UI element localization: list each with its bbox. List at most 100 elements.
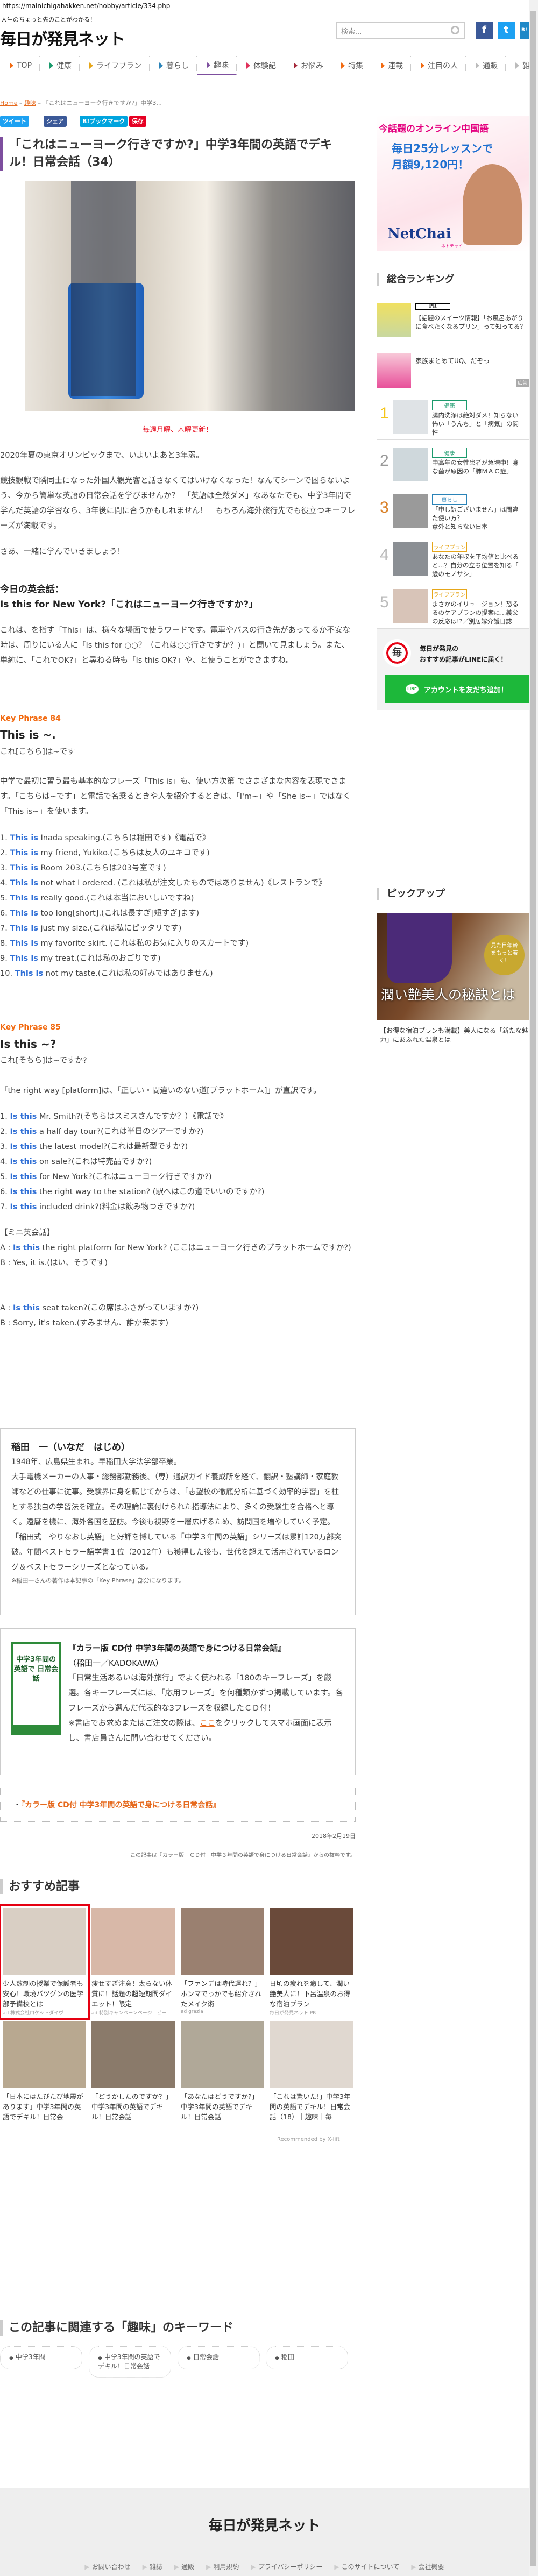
pickup-image[interactable]: 見た目年齢をもっと若く！ 潤い艶美人の秘訣とは [377, 913, 529, 1020]
facebook-icon[interactable]: f [476, 22, 493, 39]
ad-model-image [463, 164, 522, 245]
ranking-item[interactable]: 1 健康 腸内洗浄は絶対ダメ！知らない 怖い「うんち」と「病気」の関性 [377, 399, 529, 440]
example-list: 1. Is this Mr. Smith?(そちらはスミスさんですか？）《電話で… [0, 1109, 356, 1215]
keyword-tag[interactable]: ● 稲田一 [266, 2346, 348, 2369]
rank-title: まさかのイリュージョン！恐る るのケアプランの提案に...義父 の反応は!?／別居嫁… [432, 600, 529, 626]
recommend-card[interactable]: 「ファンデは時代遅れ？」ホンマでっかでも紹介されたメイク術 ad grazia [181, 1908, 264, 2014]
recommend-title: 「これは驚いた!」中学3年間の英語でデキル！日常会話（18）｜趣味｜毎 [270, 2092, 351, 2121]
key-phrase-text: 中学で最初に習う最も基本的なフレーズ「This is」も、使い方次第 でさまざま… [0, 777, 351, 816]
example-item: 2. This is my friend, Yukiko.(こちらは友人のユキコ… [0, 846, 356, 861]
item-number: 4. [0, 1158, 8, 1166]
hero-image [25, 181, 355, 411]
category-badge: 健康 [432, 448, 467, 458]
hatena-bookmark-button[interactable]: B!ブックマーク [80, 116, 128, 127]
ranking-item[interactable]: 5 ライフプラン まさかのイリュージョン！恐る るのケアプランの提案に...義父 の反応… [377, 588, 529, 629]
source-note: この記事は『カラー版 ＣＤ付 中学３年間の英語で身につける日常会話』からの抜粋で… [130, 1853, 356, 1858]
address-bar-url[interactable]: https://mainichigahakken.net/hobby/artic… [2, 2, 170, 10]
scrollbar-thumb[interactable] [530, 11, 536, 2566]
arrow-right-icon: ▶ [251, 2563, 256, 2571]
search-input[interactable]: 検索... [336, 22, 465, 39]
nav-item[interactable]: 連載 [371, 56, 412, 75]
today-phrase-heading: 今日の英会話： Is this for New York?「これはニューヨーク行… [0, 582, 356, 612]
recommend-card[interactable]: 「これは驚いた!」中学3年間の英語でデキル！日常会話（18）｜趣味｜毎 [270, 2021, 353, 2122]
site-logo[interactable]: 毎日が発見ネット [0, 26, 125, 49]
arrow-right-icon [89, 62, 94, 69]
recommend-card[interactable]: 日頃の疲れを癒して、潤い艶美人に！下呂温泉のお得な宿泊プラン 毎日が発見ネット P… [270, 1908, 353, 2016]
twitter-icon[interactable]: t [498, 22, 515, 39]
rank-title-line: るのケアプランの提案に...義父 [432, 609, 519, 616]
footer-link-label: お問い合わせ [91, 2563, 131, 2571]
book-link[interactable]: 『カラー版 CD付 中学3年間の英語で身につける日常会話』 [21, 1801, 220, 1809]
nav-item[interactable]: 暮らし [150, 56, 197, 75]
keyword-tag[interactable]: ● 中学3年間 [0, 2346, 82, 2369]
breadcrumb-category[interactable]: 趣味 [24, 100, 36, 107]
ad-badge: 広告 [515, 379, 529, 387]
nav-item[interactable]: 通販 [466, 56, 506, 75]
pickup-caption[interactable]: 【お得な宿泊プランも満載】美人になる「新たな魅力」にあふれた温泉とは [380, 1026, 529, 1045]
arrow-right-icon: ▶ [334, 2563, 339, 2571]
recommend-thumbnail [3, 2021, 86, 2088]
article-title: 「これはニューヨーク行きですか?」中学3年間の英語でデキル！日常会話（34） [0, 137, 355, 171]
example-item: 3. This is Room 203.(こちらは203号室です) [0, 861, 356, 876]
nav-item[interactable]: 趣味 [197, 56, 237, 75]
hatena-icon[interactable]: B! [520, 22, 529, 39]
speaker-b-line: B : Yes, it is.(はい、そうです) [0, 1259, 108, 1267]
book-cover-image[interactable]: 中学3年間の英語で 日常会話 [11, 1642, 61, 1735]
rank-title: あなたの年収を平均値と比べる と...？自分の立ち位置を知る「 歳のモノサシ」 [432, 552, 529, 578]
nav-item[interactable]: 特集 [331, 56, 372, 75]
order-link[interactable]: ここ [200, 1719, 215, 1728]
keyword-tag[interactable]: ● 日常会話 [178, 2346, 260, 2369]
tweet-button[interactable]: ツイート [0, 116, 29, 127]
ranking-item[interactable]: 2 健康 中高年の女性患者が急増中！身 な菌が原因の「肺ＭＡＣ症」 [377, 446, 529, 487]
nav-item[interactable]: 注目の人 [411, 56, 466, 75]
search-icon[interactable] [451, 26, 459, 34]
nav-item[interactable]: TOP [0, 56, 40, 75]
nav-item-label: 趣味 [214, 61, 229, 70]
recommend-credit[interactable]: Recommended by X-lift [277, 2137, 340, 2142]
recommend-card[interactable]: 「どうかしたのですか？」中学3年間の英語でデキル！日常会話 [91, 2021, 175, 2122]
nav-item[interactable]: お悩み [284, 56, 332, 75]
footer-link[interactable]: ▶ 雑誌 [143, 2562, 162, 2571]
recommend-card[interactable]: 少人数制の授業で保護者も安心！環境バツグンの医学部予備校とは ad 株式会社ロケッ… [0, 1904, 90, 2020]
item-number: 7. [0, 924, 8, 933]
scrollbar[interactable] [529, 0, 538, 2576]
ranking-item[interactable]: 4 ライフプラン あなたの年収を平均値と比べる と...？自分の立ち位置を知る「 歳のモ… [377, 541, 529, 581]
sidebar-ad-banner[interactable]: 今話題のオンライン中国語 毎日25分レッスンで 月額9,120円！ NetCha… [377, 116, 529, 251]
speaker-a: A : [0, 1304, 13, 1312]
footer-link[interactable]: ▶ お問い合わせ [84, 2562, 130, 2571]
key-phrase: Is this [13, 1304, 40, 1312]
uq-ad[interactable]: 家族まとめてUQ、だぞっ 広告 [377, 347, 529, 393]
nav-item[interactable]: 体験記 [237, 56, 285, 75]
rank-number: 4 [380, 546, 389, 564]
key-phrase: This is [10, 939, 38, 948]
recommend-title: 「あなたはどうですか?」中学3年間の英語でデキル！日常会話 [181, 2092, 259, 2121]
footer-link[interactable]: ▶ プライバシーポリシー [251, 2562, 322, 2571]
recommend-source: ad grazia [181, 2009, 203, 2014]
example-text: Inada speaking.(こちらは稲田です)《電話で》 [38, 834, 210, 842]
rank-thumbnail [393, 542, 428, 576]
recommend-card[interactable]: 「あなたはどうですか?」中学3年間の英語でデキル！日常会話 [181, 2021, 264, 2122]
rank-number: 2 [380, 452, 389, 470]
footer-link[interactable]: ▶ このサイトについて [334, 2562, 399, 2571]
line-add-friend-button[interactable]: LINE アカウントを友だち追加！ [385, 675, 529, 703]
recommend-card[interactable]: 痩せすぎ注意！太らない体質に！話題の超短期間ダイエット！限定 ad 特別キャンペー… [91, 1908, 175, 2016]
ranking-item[interactable]: 3 暮らし「申し訳ございません」は間違た使い方？意外と知らない日本語の正しい用法 [377, 493, 529, 534]
pr-item[interactable]: PR 【話題のスイーツ情報】「お風呂あがりに食べたくなるプリン」って知ってる？ [377, 303, 529, 345]
footer-link[interactable]: ▶ 会社概要 [411, 2562, 444, 2571]
line-promo-text: 毎日が発見の おすすめ記事がLINEに届く！ [420, 643, 507, 665]
footer-link[interactable]: ▶ 利用規約 [206, 2562, 239, 2571]
footer-link[interactable]: ▶ 通販 [174, 2562, 194, 2571]
rank-title-line: な菌が原因の「肺ＭＡＣ症」 [432, 467, 513, 475]
breadcrumb-home[interactable]: Home [0, 100, 17, 107]
keyword-tag[interactable]: ● 中学3年間の英語でデキル！日常会話 [89, 2346, 171, 2378]
nav-item[interactable]: ライフプラン [80, 56, 150, 75]
footer-logo[interactable]: 毎日が発見ネット [0, 2515, 529, 2535]
ad-headline: 今話題のオンライン中国語 [379, 124, 489, 134]
intro-paragraph: 2020年夏の東京オリンピックまで、いよいよあと3年弱。 [0, 451, 204, 460]
pinterest-save-button[interactable]: 保存 [129, 116, 146, 127]
recommend-card[interactable]: 「日本にはたびたび地震があります」中学3年間の英語でデキル！日常会 [3, 2021, 86, 2122]
keyword-label: 中学3年間の英語でデキル！日常会話 [98, 2353, 160, 2370]
search-placeholder: 検索... [341, 28, 362, 36]
nav-item[interactable]: 健康 [40, 56, 80, 75]
facebook-share-button[interactable]: シェア [44, 116, 67, 127]
